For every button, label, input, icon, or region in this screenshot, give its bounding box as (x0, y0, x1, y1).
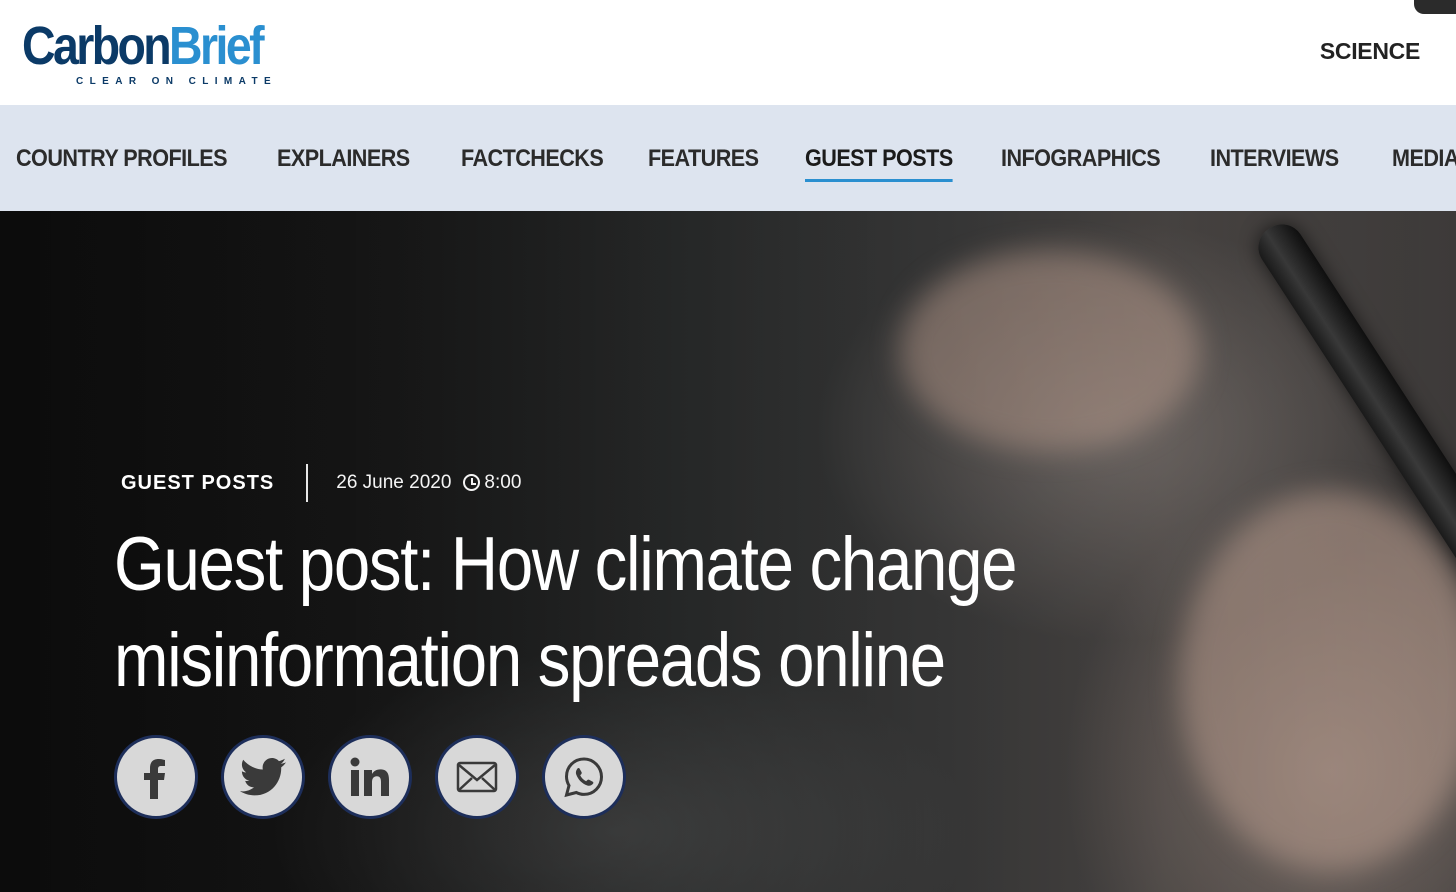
whatsapp-icon (564, 757, 604, 798)
corner-tab (1414, 0, 1456, 14)
nav-item-factchecks[interactable]: FACTCHECKS (461, 145, 604, 179)
article-category-link[interactable]: GUEST POSTS (121, 472, 274, 495)
share-twitter-button[interactable] (221, 735, 305, 819)
logo-wordmark: CarbonBrief (22, 16, 265, 76)
nav-item-explainers[interactable]: EXPLAINERS (277, 145, 410, 179)
category-nav: COUNTRY PROFILES EXPLAINERS FACTCHECKS F… (0, 105, 1456, 211)
clock-icon (463, 473, 481, 491)
nav-item-features[interactable]: FEATURES (648, 145, 759, 179)
article-meta: GUEST POSTS 26 June 2020 8:00 (121, 463, 521, 503)
article-hero: GUEST POSTS 26 June 2020 8:00 Guest post… (0, 211, 1456, 892)
facebook-icon (144, 759, 165, 799)
share-linkedin-button[interactable] (328, 735, 412, 819)
site-header: CarbonBrief CLEAR ON CLIMATE SCIENCE (0, 0, 1456, 105)
carbonbrief-logo[interactable]: CarbonBrief CLEAR ON CLIMATE (22, 16, 301, 87)
logo-tagline: CLEAR ON CLIMATE (76, 76, 278, 87)
share-whatsapp-button[interactable] (542, 735, 626, 819)
article-time: 8:00 (484, 472, 522, 493)
article-title: Guest post: How climate change misinform… (114, 517, 1060, 709)
nav-link-science[interactable]: SCIENCE (1320, 38, 1420, 65)
article-date: 26 June 2020 (336, 472, 452, 493)
nav-item-guest-posts[interactable]: GUEST POSTS (805, 145, 953, 182)
logo-word-brief: Brief (169, 16, 264, 76)
share-facebook-button[interactable] (114, 735, 198, 819)
article-title-line1: Guest post: How climate change (114, 522, 1018, 607)
share-email-button[interactable] (435, 735, 519, 819)
article-title-line2: misinformation spreads online (114, 618, 946, 703)
share-buttons (114, 735, 649, 819)
nav-item-media[interactable]: MEDIA (1392, 145, 1456, 179)
twitter-icon (240, 758, 286, 796)
nav-item-infographics[interactable]: INFOGRAPHICS (1001, 145, 1161, 179)
email-icon (456, 761, 498, 793)
nav-item-interviews[interactable]: INTERVIEWS (1210, 145, 1339, 179)
meta-divider (306, 464, 309, 502)
linkedin-icon (350, 757, 389, 796)
nav-item-country-profiles[interactable]: COUNTRY PROFILES (16, 145, 228, 179)
logo-word-carbon: Carbon (22, 16, 172, 76)
